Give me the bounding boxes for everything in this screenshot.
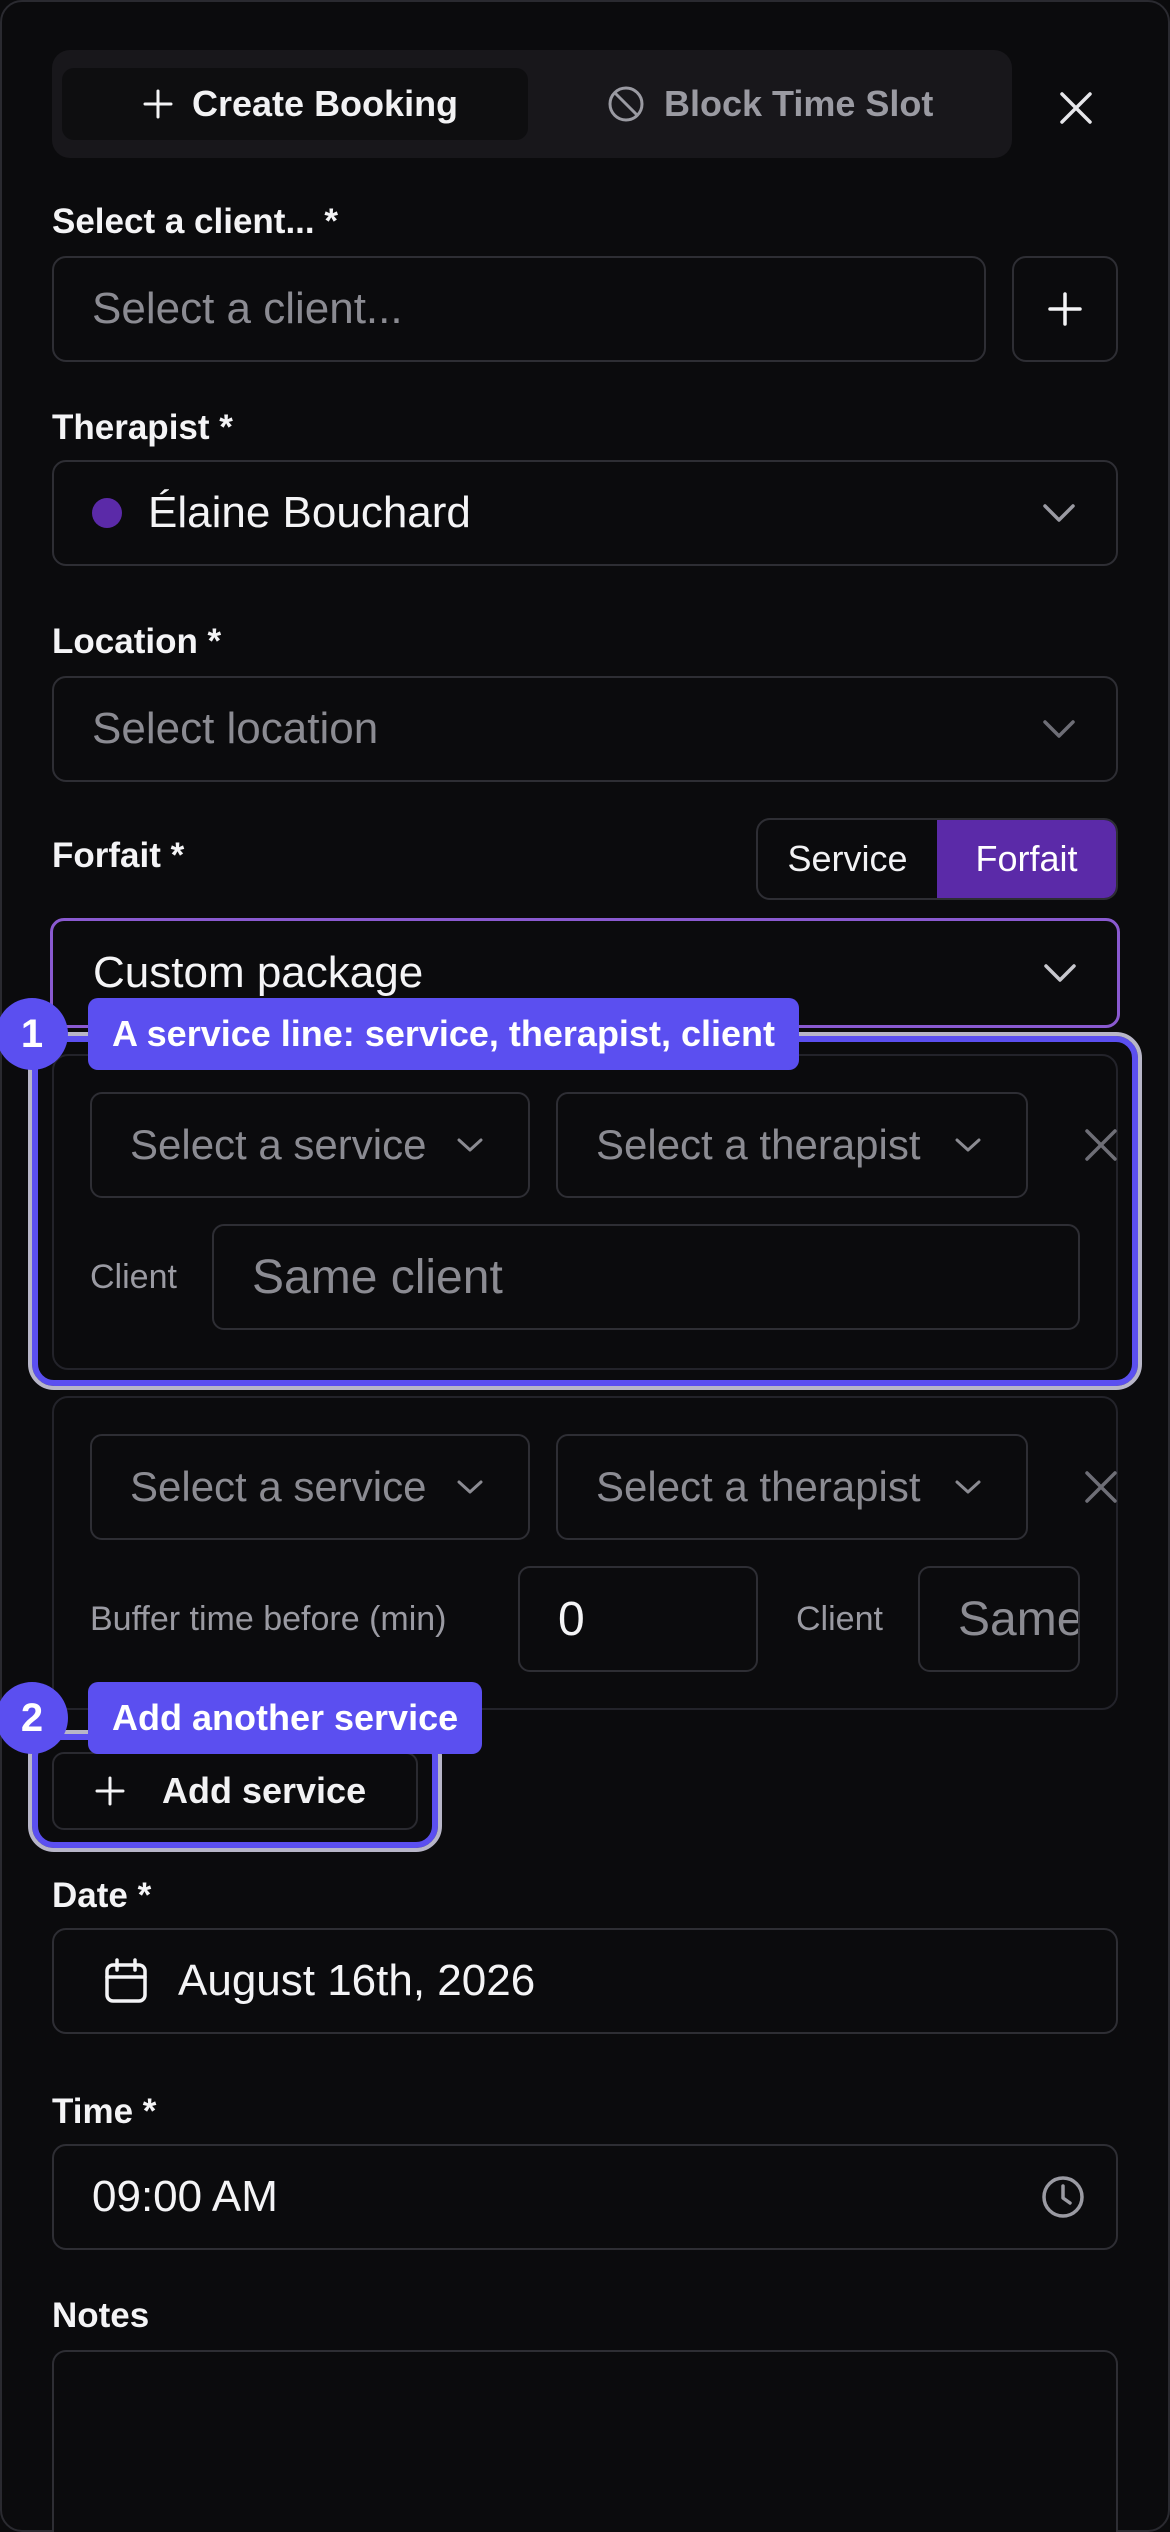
- client-input-2[interactable]: Same client: [918, 1566, 1080, 1672]
- client-label: Select a client... *: [52, 202, 338, 241]
- location-placeholder: Select location: [92, 704, 379, 753]
- plus-icon: [95, 1776, 125, 1806]
- therapist-select[interactable]: Élaine Bouchard: [52, 460, 1118, 566]
- create-booking-text: Create Booking: [192, 83, 459, 124]
- buffer-time-value: 0: [558, 1592, 585, 1646]
- time-picker[interactable]: 09:00 AM: [52, 2144, 1118, 2250]
- service-select-2[interactable]: Select a service: [90, 1434, 530, 1540]
- buffer-time-input[interactable]: 0: [518, 1566, 758, 1672]
- close-icon: [1085, 1129, 1117, 1161]
- therapist-select-2[interactable]: Select a therapist: [556, 1434, 1028, 1540]
- block-icon: [608, 86, 644, 122]
- add-service-button[interactable]: Add service: [52, 1752, 418, 1830]
- chevron-down-icon: [1043, 504, 1075, 522]
- notes-textarea[interactable]: [52, 2350, 1118, 2532]
- time-label: Time *: [52, 2092, 157, 2131]
- therapist-label: Therapist *: [52, 408, 233, 447]
- notes-label: Notes: [52, 2296, 150, 2335]
- calendar-icon: [105, 1958, 147, 2003]
- date-picker[interactable]: August 16th, 2026: [52, 1928, 1118, 2034]
- client-placeholder-1: Same client: [252, 1250, 503, 1304]
- chevron-down-icon: [457, 1480, 483, 1494]
- therapist-select-1[interactable]: Select a therapist: [556, 1092, 1028, 1198]
- block-time-slot-text: Block Time Slot: [664, 83, 934, 124]
- service-placeholder-2: Select a service: [130, 1463, 427, 1510]
- annotation-label-2: Add another service: [88, 1682, 483, 1754]
- client-placeholder-2: Same client: [958, 1592, 1080, 1646]
- chevron-down-icon: [1044, 964, 1076, 982]
- close-icon: [1060, 92, 1092, 124]
- buffer-time-label: Buffer time before (min): [90, 1600, 447, 1638]
- service-select-1[interactable]: Select a service: [90, 1092, 530, 1198]
- close-button[interactable]: [1050, 82, 1102, 134]
- client-label-2: Client: [796, 1600, 883, 1638]
- toggle-service[interactable]: Service: [758, 820, 937, 898]
- plus-icon: [1048, 292, 1082, 326]
- location-select[interactable]: Select location: [52, 676, 1118, 782]
- chevron-down-icon: [955, 1480, 981, 1494]
- time-value: 09:00 AM: [92, 2172, 278, 2221]
- client-placeholder: Select a client...: [92, 284, 403, 333]
- date-label: Date *: [52, 1876, 152, 1915]
- remove-service-line-1-button[interactable]: [1082, 1126, 1120, 1164]
- annotation-label-1: A service line: service, therapist, clie…: [88, 998, 799, 1070]
- tab-block-time-slot[interactable]: Block Time Slot: [606, 78, 933, 130]
- add-service-label: Add service: [162, 1770, 367, 1811]
- forfait-value: Custom package: [93, 948, 424, 997]
- client-label-1: Client: [90, 1258, 177, 1296]
- chevron-down-icon: [1043, 720, 1075, 738]
- forfait-label: Forfait *: [52, 836, 185, 875]
- service-forfait-toggle: Service Forfait: [756, 818, 1118, 900]
- tab-create-booking-label[interactable]: Create Booking: [142, 78, 458, 130]
- therapist-placeholder-1: Select a therapist: [596, 1121, 921, 1168]
- remove-service-line-2-button[interactable]: [1082, 1468, 1120, 1506]
- add-client-button[interactable]: [1012, 256, 1118, 362]
- date-value: August 16th, 2026: [178, 1956, 536, 2005]
- clock-icon: [1042, 2176, 1084, 2218]
- location-label: Location *: [52, 622, 222, 661]
- plus-icon: [143, 89, 173, 119]
- chevron-down-icon: [955, 1138, 981, 1152]
- therapist-value: Élaine Bouchard: [148, 488, 471, 537]
- client-select[interactable]: Select a client...: [52, 256, 986, 362]
- service-placeholder-1: Select a service: [130, 1121, 427, 1168]
- therapist-color-dot: [92, 498, 122, 528]
- therapist-placeholder-2: Select a therapist: [596, 1463, 921, 1510]
- toggle-forfait[interactable]: Forfait: [937, 820, 1116, 898]
- client-input-1[interactable]: Same client: [212, 1224, 1080, 1330]
- close-icon: [1085, 1471, 1117, 1503]
- chevron-down-icon: [457, 1138, 483, 1152]
